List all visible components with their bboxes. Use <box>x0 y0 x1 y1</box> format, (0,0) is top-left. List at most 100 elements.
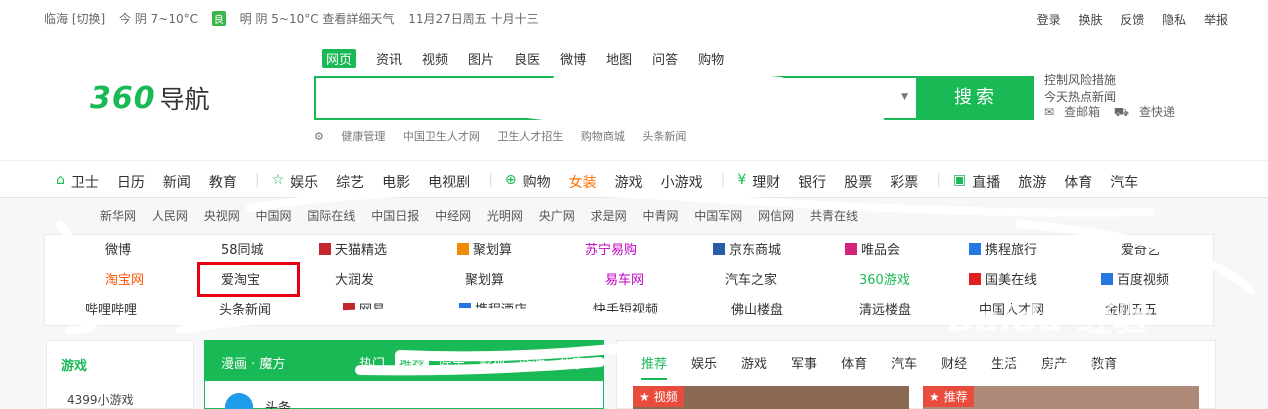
nav-item[interactable]: 卫士 <box>71 172 99 192</box>
site-link[interactable]: 百度视频 <box>1101 269 1169 288</box>
nav-item[interactable]: 理财 <box>752 172 780 192</box>
media-link[interactable]: 中青网 <box>642 209 678 223</box>
site-link[interactable]: 携程酒店 <box>459 299 527 318</box>
nav-item[interactable]: 娱乐 <box>290 172 318 192</box>
site-link[interactable]: 清远楼盘 <box>859 299 911 318</box>
nav-item[interactable]: 电视剧 <box>428 172 470 192</box>
login-link[interactable]: 登录 <box>1037 13 1061 27</box>
news-tab[interactable]: 军事 <box>791 353 817 380</box>
media-link[interactable]: 中国网 <box>256 209 292 223</box>
site-link[interactable]: 汽车之家 <box>725 269 777 288</box>
avatar[interactable] <box>225 393 253 409</box>
news-tab[interactable]: 娱乐 <box>691 353 717 380</box>
media-link[interactable]: 中经网 <box>435 209 471 223</box>
tab-image[interactable]: 图片 <box>468 49 494 68</box>
news-thumbnail[interactable]: ★ 推荐 <box>923 386 1199 409</box>
nav-item[interactable]: 旅游 <box>1018 172 1046 192</box>
media-link[interactable]: 中国军网 <box>694 209 742 223</box>
site-link[interactable]: 大润发 <box>335 269 374 288</box>
nav-item[interactable]: 小游戏 <box>661 172 703 192</box>
site-link[interactable]: 哔哩哔哩 <box>85 299 137 318</box>
nav-item[interactable]: 彩票 <box>890 172 918 192</box>
weather-tomorrow[interactable]: 明 阴 5~10°C 查看詳细天气 <box>240 12 395 26</box>
middle-panel-item[interactable]: 头条 <box>265 397 291 409</box>
report-link[interactable]: 举报 <box>1204 13 1228 27</box>
hot-word[interactable]: 中国卫生人才网 <box>403 130 480 143</box>
settings-icon[interactable]: ⚙ <box>314 130 324 143</box>
check-mail-link[interactable]: 查邮箱 <box>1064 105 1100 119</box>
weather-city[interactable]: 临海 [切换] <box>44 12 105 26</box>
site-link[interactable]: 微博 <box>105 239 131 258</box>
media-link[interactable]: 人民网 <box>152 209 188 223</box>
tab-video[interactable]: 视频 <box>422 49 448 68</box>
feedback-link[interactable]: 反馈 <box>1120 13 1144 27</box>
news-tab[interactable]: 汽车 <box>891 353 917 380</box>
nav-item-highlight[interactable]: 女装 <box>569 172 597 192</box>
left-panel-title[interactable]: 游戏 <box>61 355 87 374</box>
news-thumbnail[interactable]: ★ 视频 <box>633 386 909 409</box>
site-link[interactable]: 头条新闻 <box>219 299 271 318</box>
tab-web[interactable]: 网页 <box>322 49 357 68</box>
nav-item[interactable]: 日历 <box>117 172 145 192</box>
tab-shopping[interactable]: 购物 <box>698 49 724 68</box>
site-link[interactable]: 聚划算 <box>465 269 504 288</box>
site-link[interactable]: 天猫精选 <box>319 239 387 258</box>
hot-word[interactable]: 头条新闻 <box>642 130 686 143</box>
tab-game[interactable]: 游戏 <box>515 353 549 372</box>
site-link[interactable]: 唯品会 <box>845 239 900 258</box>
site-link[interactable]: 国美在线 <box>969 269 1037 288</box>
nav-item[interactable]: 综艺 <box>336 172 364 192</box>
news-tab[interactable]: 财经 <box>941 353 967 380</box>
site-link[interactable]: 快手短视频 <box>593 299 658 318</box>
side-info-line[interactable]: 控制风险措施 <box>1044 72 1116 89</box>
hot-word[interactable]: 健康管理 <box>341 130 385 143</box>
nav-item[interactable]: 电影 <box>382 172 410 192</box>
news-tab[interactable]: 推荐 <box>641 353 668 380</box>
media-link[interactable]: 国际在线 <box>307 209 355 223</box>
nav-item[interactable]: 体育 <box>1064 172 1092 192</box>
search-button[interactable]: 搜索 <box>918 76 1034 120</box>
nav-item[interactable]: 汽车 <box>1110 172 1138 192</box>
media-link[interactable]: 中国日报 <box>371 209 419 223</box>
media-link[interactable]: 网信网 <box>758 209 794 223</box>
media-link[interactable]: 求是网 <box>591 209 627 223</box>
tab-qa[interactable]: 问答 <box>652 49 678 68</box>
site-link[interactable]: 携程旅行 <box>969 239 1037 258</box>
site-link[interactable]: 58同城 <box>221 239 264 258</box>
hot-word[interactable]: 购物商城 <box>581 130 625 143</box>
nav-item[interactable]: 银行 <box>798 172 826 192</box>
tab-weibo[interactable]: 微博 <box>560 49 586 68</box>
site-link[interactable]: 苏宁易购 <box>585 239 637 258</box>
site-link[interactable]: 京东商城 <box>713 239 781 258</box>
nav-item[interactable]: 游戏 <box>615 172 643 192</box>
site-link[interactable]: 淘宝网 <box>105 269 144 288</box>
tab-news[interactable]: 资讯 <box>376 49 402 68</box>
check-delivery-link[interactable]: 查快递 <box>1139 105 1175 119</box>
news-tab[interactable]: 体育 <box>841 353 867 380</box>
nav-item[interactable]: 新闻 <box>163 172 191 192</box>
nav-item[interactable]: 教育 <box>209 172 237 192</box>
skin-link[interactable]: 换肤 <box>1078 13 1102 27</box>
tab-doctor[interactable]: 良医 <box>514 49 540 68</box>
privacy-link[interactable]: 隐私 <box>1162 13 1186 27</box>
site-link[interactable]: 爱奇艺 <box>1121 239 1160 258</box>
tab-ent[interactable]: 娱乐 <box>435 353 469 372</box>
nav-item[interactable]: 直播 <box>972 172 1000 192</box>
search-input[interactable] <box>316 78 896 118</box>
logo[interactable]: 360 导航 <box>90 78 210 118</box>
site-link[interactable]: 佛山楼盘 <box>731 299 783 318</box>
tab-recommend[interactable]: 推荐 <box>395 353 430 372</box>
tab-film[interactable]: 影视 <box>475 353 509 372</box>
media-link[interactable]: 新华网 <box>100 209 136 223</box>
site-link[interactable]: 360游戏 <box>859 269 910 288</box>
site-link[interactable]: 网易 <box>343 299 385 318</box>
tab-map[interactable]: 地图 <box>606 49 632 68</box>
dropdown-arrow-icon[interactable]: ▼ <box>901 92 908 102</box>
middle-panel-title[interactable]: 漫画 · 魔方 <box>221 353 285 372</box>
nav-item[interactable]: 购物 <box>523 172 551 192</box>
left-panel-item[interactable]: 4399小游戏 <box>67 391 134 408</box>
news-tab[interactable]: 游戏 <box>741 353 767 380</box>
hot-word[interactable]: 卫生人才招生 <box>497 130 563 143</box>
media-link[interactable]: 央视网 <box>204 209 240 223</box>
tab-hot[interactable]: 热门 <box>355 353 389 372</box>
